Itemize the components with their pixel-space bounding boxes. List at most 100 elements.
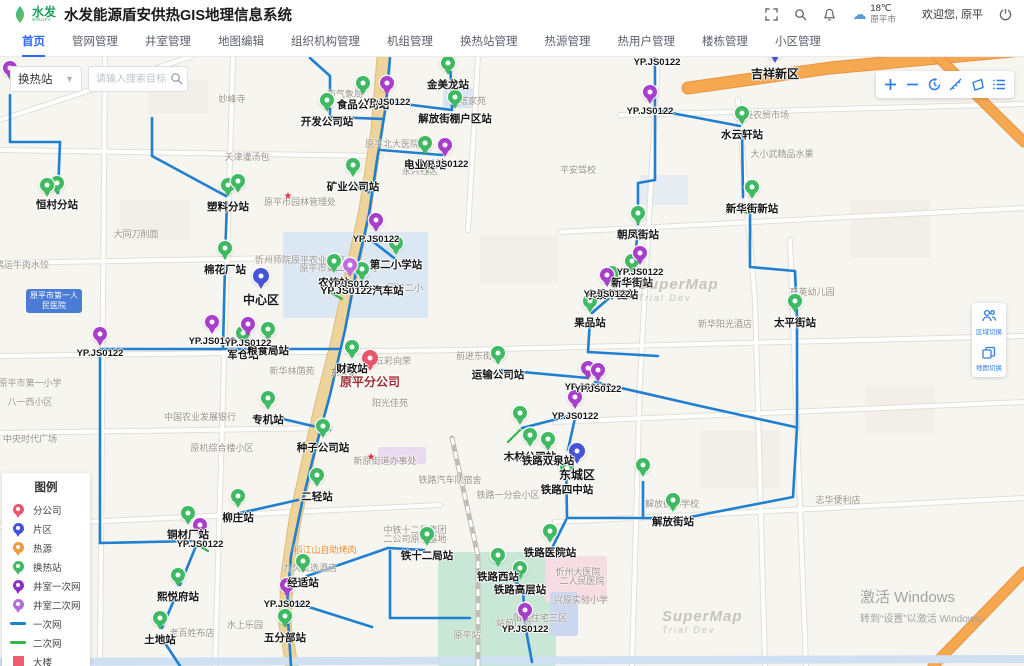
map-switch-button[interactable]: 地图切换 [974, 344, 1004, 372]
marker-station-pin[interactable] [218, 241, 232, 255]
marker-station-pin[interactable] [345, 340, 359, 354]
marker-well-primary-pin[interactable] [518, 603, 532, 617]
zoom-in-button[interactable] [882, 76, 900, 94]
marker-station-pin[interactable] [310, 468, 324, 482]
fullscreen-icon[interactable] [765, 8, 778, 21]
marker-station-pin[interactable] [448, 90, 462, 104]
marker-well-primary-pin[interactable] [633, 246, 647, 260]
legend-pin-icon [13, 542, 24, 553]
marker-station-pin[interactable] [541, 432, 555, 446]
map-switch-label: 地图切换 [976, 362, 1002, 372]
marker-station-pin[interactable] [320, 93, 334, 107]
marker-well-primary-pin[interactable] [380, 76, 394, 90]
marker-well-primary-pin[interactable] [241, 317, 255, 331]
app-window: 妙峰寺东塔家苑原平北大医院天津灌汤包永兴社区市气象局原平市园林管理处忻州师院原平… [0, 0, 1024, 666]
marker-well-primary-pin[interactable] [369, 213, 383, 227]
search-submit-icon[interactable] [170, 72, 183, 85]
marker-station-pin[interactable] [231, 174, 245, 188]
marker-station-pin[interactable] [418, 136, 432, 150]
marker-well-primary-label: YP.JS0122 [364, 97, 411, 108]
marker-station-pin[interactable] [356, 76, 370, 90]
marker-station-pin[interactable] [346, 158, 360, 172]
zoom-out-button[interactable] [903, 76, 921, 94]
map-toolbar [876, 71, 1014, 98]
marker-station-pin[interactable] [491, 548, 505, 562]
nav-tab-0[interactable]: 首页 [22, 28, 45, 57]
marker-station-pin[interactable] [296, 554, 310, 568]
nav-tab-7[interactable]: 热源管理 [545, 28, 591, 57]
poi-hospital-badge: 原平市第一人民医院 [26, 289, 82, 313]
weather-widget: ☁ 18℃ 原平市 [852, 4, 896, 25]
marker-station-pin[interactable] [513, 406, 527, 420]
nav-tab-9[interactable]: 楼栋管理 [702, 28, 748, 57]
marker-station-pin[interactable] [278, 609, 292, 623]
search-category-select[interactable]: 换热站 ▼ [10, 66, 82, 92]
measure-distance-button[interactable] [947, 76, 965, 94]
measure-area-button[interactable] [968, 76, 986, 94]
nav-tab-10[interactable]: 小区管理 [775, 28, 821, 57]
marker-station-pin[interactable] [543, 524, 557, 538]
poi-label: 大小武精品水果 [750, 147, 813, 160]
map-legend: 图例 分公司片区热源换热站井室一次网井室二次网一次网二次网大楼 [2, 473, 90, 666]
marker-station-pin[interactable] [441, 56, 455, 70]
poi-label: 二公司原平基地 [383, 532, 446, 545]
nav-tab-5[interactable]: 机组管理 [387, 28, 433, 57]
layer-list-button[interactable] [990, 76, 1008, 94]
poi-label: 天津灌汤包 [224, 150, 269, 163]
marker-district-label: 吉祥新区 [751, 65, 799, 82]
nav-tab-8[interactable]: 热用户管理 [618, 28, 676, 57]
marker-well-primary-label: YP.JS0122 [584, 289, 631, 300]
marker-station-pin[interactable] [40, 178, 54, 192]
logout-icon[interactable] [999, 8, 1012, 21]
bell-icon[interactable] [823, 8, 836, 21]
nav-tab-6[interactable]: 换热站管理 [460, 28, 518, 57]
legend-label: 片区 [33, 522, 52, 536]
legend-item: 热源 [10, 538, 82, 557]
marker-well-primary-pin[interactable] [205, 315, 219, 329]
legend-pin-icon [13, 599, 24, 610]
marker-station-pin[interactable] [231, 489, 245, 503]
marker-station-pin[interactable] [523, 428, 537, 442]
marker-station-pin[interactable] [171, 568, 185, 582]
region-switch-button[interactable]: 区域切换 [974, 308, 1004, 336]
marker-station-pin[interactable] [261, 391, 275, 405]
legend-label: 井室一次网 [33, 579, 81, 593]
marker-station-pin[interactable] [735, 106, 749, 120]
marker-station-pin[interactable] [327, 254, 341, 268]
nav-tab-1[interactable]: 管网管理 [72, 28, 118, 57]
marker-station-pin[interactable] [636, 458, 650, 472]
nav-tab-3[interactable]: 地图编辑 [218, 28, 264, 57]
legend-title: 图例 [10, 479, 82, 495]
nav-tab-4[interactable]: 组织机构管理 [291, 28, 360, 57]
marker-station-pin[interactable] [355, 262, 369, 276]
marker-well-primary-pin[interactable] [591, 363, 605, 377]
map-brand-watermark: SuperMap Trial Dev [638, 276, 719, 303]
app-header: 水发 SHUIFA 水发能源盾安供热GIS地理信息系统 ☁ 18℃ 原平市 欢迎… [0, 0, 1024, 28]
poi-label: 志华便利店 [815, 493, 860, 506]
marker-station-pin[interactable] [666, 493, 680, 507]
marker-station-pin[interactable] [631, 206, 645, 220]
marker-district-pin[interactable] [253, 268, 269, 284]
marker-station-label: 新华街新站 [726, 201, 779, 216]
marker-station-pin[interactable] [491, 346, 505, 360]
marker-station-pin[interactable] [788, 294, 802, 308]
marker-station-pin[interactable] [745, 180, 759, 194]
poi-label: 中国农业发展银行 [164, 410, 236, 423]
marker-station-pin[interactable] [153, 611, 167, 625]
poi-label: 原机综合楼小区 [190, 441, 253, 454]
nav-tab-2[interactable]: 井室管理 [145, 28, 191, 57]
marker-station-label: 五分部站 [264, 630, 306, 645]
marker-station-pin[interactable] [181, 506, 195, 520]
marker-well-primary-pin[interactable] [643, 85, 657, 99]
marker-station-pin[interactable] [261, 322, 275, 336]
search-icon[interactable] [794, 8, 807, 21]
marker-well-primary-pin[interactable] [93, 327, 107, 341]
poi-label: 二人民医院 [559, 574, 604, 587]
marker-station-pin[interactable] [316, 419, 330, 433]
reset-view-button[interactable] [925, 76, 943, 94]
marker-well-secondary-pin[interactable] [343, 258, 357, 272]
marker-station-pin[interactable] [420, 527, 434, 541]
marker-well-primary-pin[interactable] [438, 138, 452, 152]
map-canvas[interactable]: 妙峰寺东塔家苑原平北大医院天津灌汤包永兴社区市气象局原平市园林管理处忻州师院原平… [0, 0, 1024, 666]
legend-pin-icon [13, 504, 24, 515]
